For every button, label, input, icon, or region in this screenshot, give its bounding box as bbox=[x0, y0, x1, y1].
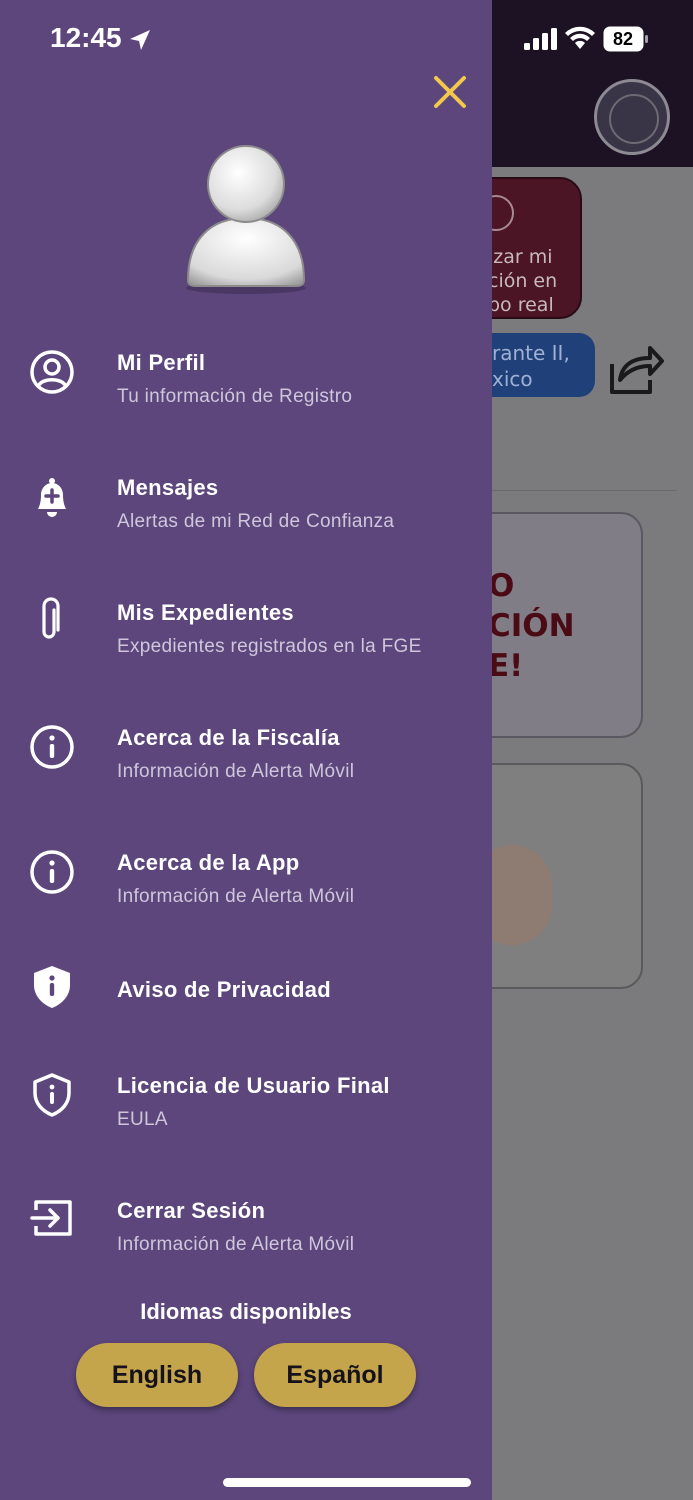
menu-title: Licencia de Usuario Final bbox=[117, 1073, 390, 1098]
share-icon bbox=[610, 346, 664, 394]
menu-subtitle: Información de Alerta Móvil bbox=[117, 1234, 355, 1255]
location-arrow-icon bbox=[130, 30, 150, 50]
status-time: 12:45 bbox=[50, 22, 122, 53]
menu-item-cerrar-sesion[interactable]: Cerrar Sesión Información de Alerta Móvi… bbox=[0, 1178, 492, 1288]
info-icon bbox=[30, 725, 74, 769]
menu-title: Mi Perfil bbox=[117, 350, 206, 375]
menu-title: Mensajes bbox=[117, 475, 219, 500]
cellular-signal-icon bbox=[524, 28, 557, 50]
menu-title: Aviso de Privacidad bbox=[117, 977, 331, 1002]
menu-item-mi-perfil[interactable]: Mi Perfil Tu información de Registro bbox=[0, 330, 492, 440]
fiscalia-seal-logo bbox=[594, 79, 670, 155]
menu-item-mis-expedientes[interactable]: Mis Expedientes Expedientes registrados … bbox=[0, 580, 492, 690]
side-drawer: Mi Perfil Tu información de Registro Men… bbox=[0, 0, 492, 1500]
menu-item-acerca-app[interactable]: Acerca de la App Información de Alerta M… bbox=[0, 830, 492, 940]
info-icon bbox=[30, 850, 74, 894]
menu-item-licencia-usuario[interactable]: Licencia de Usuario Final EULA bbox=[0, 1053, 492, 1163]
menu-subtitle: Tu información de Registro bbox=[117, 386, 353, 407]
languages-title: Idiomas disponibles bbox=[140, 1299, 352, 1324]
location-text: rante II, xico bbox=[492, 341, 570, 391]
battery-level: 82 bbox=[612, 29, 634, 49]
menu-subtitle: Información de Alerta Móvil bbox=[117, 761, 355, 782]
menu-item-mensajes[interactable]: Mensajes Alertas de mi Red de Confianza bbox=[0, 455, 492, 565]
english-language-button[interactable]: English bbox=[76, 1343, 238, 1407]
shield-info-icon bbox=[34, 966, 70, 1008]
shield-outline-icon bbox=[33, 1073, 71, 1117]
spanish-language-button[interactable]: Español bbox=[254, 1343, 416, 1407]
menu-item-aviso-privacidad[interactable]: Aviso de Privacidad bbox=[0, 955, 492, 1065]
wifi-icon bbox=[565, 26, 595, 49]
menu-title: Acerca de la Fiscalía bbox=[117, 725, 340, 750]
avatar bbox=[186, 145, 306, 294]
logout-icon bbox=[30, 1200, 72, 1236]
menu-subtitle: Alertas de mi Red de Confianza bbox=[117, 511, 395, 532]
user-circle-icon bbox=[30, 350, 74, 394]
menu-title: Acerca de la App bbox=[117, 850, 300, 875]
menu-item-acerca-fiscalia[interactable]: Acerca de la Fiscalía Información de Ale… bbox=[0, 705, 492, 815]
background-divider bbox=[492, 490, 677, 491]
realtime-location-text: izar mi ción en po real bbox=[488, 246, 558, 316]
menu-subtitle: EULA bbox=[117, 1109, 168, 1130]
menu-title: Cerrar Sesión bbox=[117, 1198, 266, 1223]
background-banner-text: O CIÓN E! bbox=[488, 568, 575, 684]
menu-subtitle: Información de Alerta Móvil bbox=[117, 886, 355, 907]
menu-title: Mis Expedientes bbox=[117, 600, 294, 625]
bell-plus-icon bbox=[38, 478, 66, 517]
paperclip-icon bbox=[42, 597, 60, 639]
status-bar: 12:45 82 bbox=[0, 0, 693, 80]
home-indicator[interactable] bbox=[223, 1478, 471, 1487]
menu-subtitle: Expedientes registrados en la FGE bbox=[117, 636, 422, 657]
